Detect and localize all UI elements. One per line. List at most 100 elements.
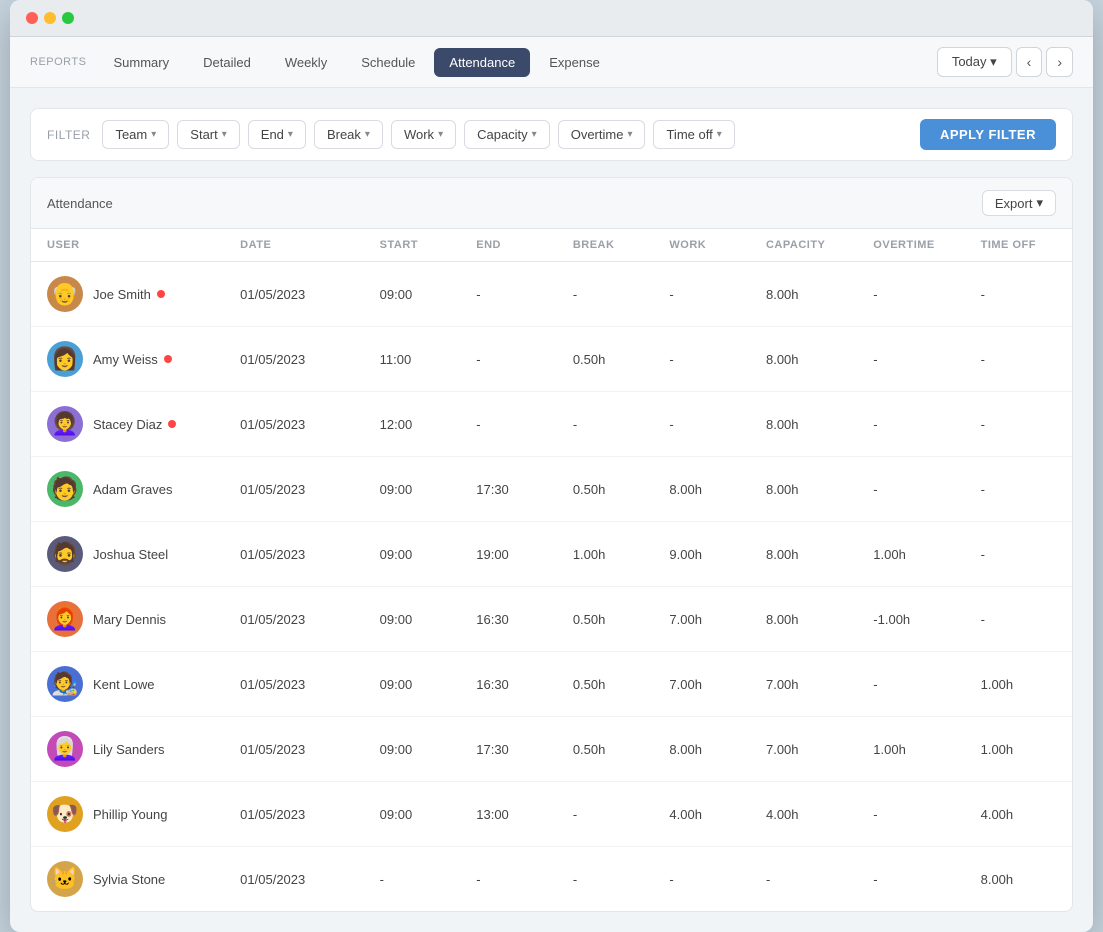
user-name-wrap: Lily Sanders bbox=[93, 742, 165, 757]
user-name-wrap: Kent Lowe bbox=[93, 677, 154, 692]
tab-summary[interactable]: Summary bbox=[98, 48, 184, 77]
filter-start[interactable]: Start ▾ bbox=[177, 120, 240, 149]
status-dot bbox=[157, 290, 165, 298]
cell-date: 01/05/2023 bbox=[224, 327, 364, 392]
cell-overtime: - bbox=[857, 327, 964, 392]
table-row[interactable]: 🧑 Adam Graves 01/05/2023 09:00 17:30 0.5… bbox=[31, 457, 1072, 522]
filter-end[interactable]: End ▾ bbox=[248, 120, 306, 149]
maximize-button[interactable] bbox=[62, 12, 74, 24]
chevron-down-icon: ▾ bbox=[1036, 195, 1043, 211]
date-navigation: Today ▾ ‹ › bbox=[937, 47, 1073, 77]
table-row[interactable]: 🐶 Phillip Young 01/05/2023 09:00 13:00 -… bbox=[31, 782, 1072, 847]
cell-user: 👩‍🦰 Mary Dennis bbox=[31, 587, 224, 652]
table-row[interactable]: 🧔 Joshua Steel 01/05/2023 09:00 19:00 1.… bbox=[31, 522, 1072, 587]
user-name-wrap: Joe Smith bbox=[93, 287, 165, 302]
user-name-wrap: Amy Weiss bbox=[93, 352, 172, 367]
cell-user: 🧑‍🎨 Kent Lowe bbox=[31, 652, 224, 717]
cell-overtime: - bbox=[857, 652, 964, 717]
cell-user: 👩‍🦱 Stacey Diaz bbox=[31, 392, 224, 457]
status-dot bbox=[164, 355, 172, 363]
cell-capacity: 8.00h bbox=[750, 522, 857, 587]
table-row[interactable]: 🧑‍🎨 Kent Lowe 01/05/2023 09:00 16:30 0.5… bbox=[31, 652, 1072, 717]
cell-time-off: - bbox=[965, 392, 1072, 457]
next-date-button[interactable]: › bbox=[1046, 47, 1073, 77]
attendance-table: USER DATE START END BREAK WORK CAPACITY … bbox=[31, 229, 1072, 911]
col-header-overtime: OVERTIME bbox=[857, 229, 964, 262]
cell-capacity: 7.00h bbox=[750, 717, 857, 782]
cell-overtime: 1.00h bbox=[857, 717, 964, 782]
user-name-wrap: Joshua Steel bbox=[93, 547, 168, 562]
cell-user: 🐶 Phillip Young bbox=[31, 782, 224, 847]
filter-time-off[interactable]: Time off ▾ bbox=[653, 120, 734, 149]
cell-break: 0.50h bbox=[557, 457, 654, 522]
user-name: Stacey Diaz bbox=[93, 417, 162, 432]
cell-overtime: - bbox=[857, 847, 964, 912]
export-button[interactable]: Export ▾ bbox=[982, 190, 1056, 216]
user-name: Sylvia Stone bbox=[93, 872, 165, 887]
prev-date-button[interactable]: ‹ bbox=[1016, 47, 1043, 77]
avatar: 👩‍🦱 bbox=[47, 406, 83, 442]
table-row[interactable]: 👩‍🦰 Mary Dennis 01/05/2023 09:00 16:30 0… bbox=[31, 587, 1072, 652]
cell-user: 👩‍🦳 Lily Sanders bbox=[31, 717, 224, 782]
table-row[interactable]: 👴 Joe Smith 01/05/2023 09:00 - - - 8.00h… bbox=[31, 262, 1072, 327]
minimize-button[interactable] bbox=[44, 12, 56, 24]
cell-date: 01/05/2023 bbox=[224, 782, 364, 847]
cell-time-off: 1.00h bbox=[965, 652, 1072, 717]
col-header-work: WORK bbox=[653, 229, 750, 262]
cell-user: 👴 Joe Smith bbox=[31, 262, 224, 327]
cell-end: 16:30 bbox=[460, 587, 557, 652]
cell-break: - bbox=[557, 262, 654, 327]
title-bar bbox=[10, 0, 1093, 37]
cell-start: 09:00 bbox=[364, 457, 461, 522]
close-button[interactable] bbox=[26, 12, 38, 24]
cell-work: - bbox=[653, 327, 750, 392]
cell-work: 4.00h bbox=[653, 782, 750, 847]
filter-capacity[interactable]: Capacity ▾ bbox=[464, 120, 550, 149]
cell-break: 0.50h bbox=[557, 717, 654, 782]
avatar: 🐶 bbox=[47, 796, 83, 832]
tab-schedule[interactable]: Schedule bbox=[346, 48, 430, 77]
filter-break[interactable]: Break ▾ bbox=[314, 120, 383, 149]
cell-end: 13:00 bbox=[460, 782, 557, 847]
cell-time-off: - bbox=[965, 327, 1072, 392]
chevron-down-icon: ▾ bbox=[627, 129, 632, 140]
status-dot bbox=[168, 420, 176, 428]
cell-user: 👩 Amy Weiss bbox=[31, 327, 224, 392]
cell-end: 19:00 bbox=[460, 522, 557, 587]
filter-overtime[interactable]: Overtime ▾ bbox=[558, 120, 646, 149]
col-header-capacity: CAPACITY bbox=[750, 229, 857, 262]
cell-overtime: - bbox=[857, 262, 964, 327]
table-section-header: Attendance Export ▾ bbox=[31, 178, 1072, 229]
cell-start: 09:00 bbox=[364, 717, 461, 782]
table-row[interactable]: 👩‍🦳 Lily Sanders 01/05/2023 09:00 17:30 … bbox=[31, 717, 1072, 782]
cell-capacity: 4.00h bbox=[750, 782, 857, 847]
cell-break: - bbox=[557, 847, 654, 912]
tab-expense[interactable]: Expense bbox=[534, 48, 615, 77]
apply-filter-button[interactable]: APPLY FILTER bbox=[920, 119, 1056, 150]
col-header-break: BREAK bbox=[557, 229, 654, 262]
avatar: 👩‍🦳 bbox=[47, 731, 83, 767]
filter-team[interactable]: Team ▾ bbox=[102, 120, 169, 149]
cell-user: 🧔 Joshua Steel bbox=[31, 522, 224, 587]
user-name: Kent Lowe bbox=[93, 677, 154, 692]
cell-break: - bbox=[557, 782, 654, 847]
cell-capacity: 8.00h bbox=[750, 457, 857, 522]
cell-time-off: - bbox=[965, 522, 1072, 587]
cell-capacity: 8.00h bbox=[750, 327, 857, 392]
nav-tabs: REPORTS Summary Detailed Weekly Schedule… bbox=[30, 48, 615, 77]
tab-detailed[interactable]: Detailed bbox=[188, 48, 266, 77]
cell-work: - bbox=[653, 392, 750, 457]
cell-date: 01/05/2023 bbox=[224, 652, 364, 717]
cell-work: 8.00h bbox=[653, 717, 750, 782]
table-row[interactable]: 👩 Amy Weiss 01/05/2023 11:00 - 0.50h - 8… bbox=[31, 327, 1072, 392]
tab-attendance[interactable]: Attendance bbox=[434, 48, 530, 77]
table-row[interactable]: 👩‍🦱 Stacey Diaz 01/05/2023 12:00 - - - 8… bbox=[31, 392, 1072, 457]
cell-capacity: 8.00h bbox=[750, 587, 857, 652]
date-selector[interactable]: Today ▾ bbox=[937, 47, 1012, 77]
cell-date: 01/05/2023 bbox=[224, 457, 364, 522]
tab-weekly[interactable]: Weekly bbox=[270, 48, 342, 77]
cell-start: 09:00 bbox=[364, 652, 461, 717]
filter-work[interactable]: Work ▾ bbox=[391, 120, 456, 149]
user-name: Phillip Young bbox=[93, 807, 167, 822]
table-row[interactable]: 🐱 Sylvia Stone 01/05/2023 - - - - - - 8.… bbox=[31, 847, 1072, 912]
